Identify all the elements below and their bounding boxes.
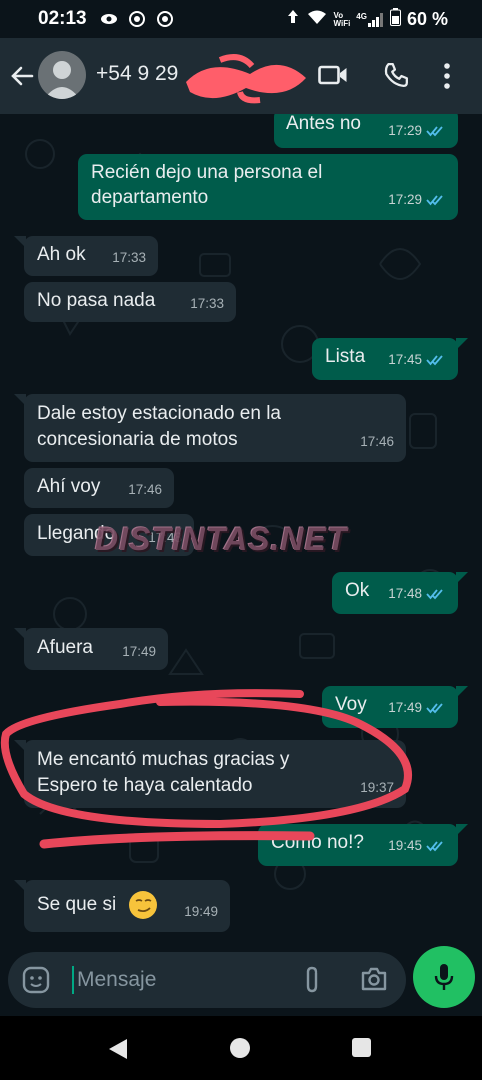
nav-back-icon[interactable] <box>108 1038 128 1065</box>
message-bubble-outgoing[interactable]: Recién dejo una persona el departamento … <box>78 154 458 220</box>
attach-icon[interactable] <box>301 966 323 999</box>
sticker-icon[interactable] <box>22 966 50 999</box>
chat-header: +54 9 29 <box>0 38 482 114</box>
smirking-face-emoji-icon <box>128 891 157 919</box>
nav-home-icon[interactable] <box>230 1038 250 1058</box>
message-input-container[interactable] <box>8 952 406 1008</box>
bubble-tail <box>14 628 26 640</box>
bubble-tail <box>14 394 26 406</box>
signal-icon: 4G <box>356 12 384 27</box>
message-bubble-incoming[interactable]: Ahí voy 17:46 <box>24 468 174 508</box>
camera-icon[interactable] <box>360 966 388 997</box>
message-bubble-incoming[interactable]: Afuera 17:49 <box>14 628 168 670</box>
back-arrow-icon[interactable] <box>8 62 36 90</box>
battery-level: 60 % <box>406 9 448 29</box>
annotation-circle <box>0 689 412 849</box>
system-status-icons: Vo WiFi 4G 60 % <box>285 8 448 31</box>
status-time: 02:13 <box>38 8 87 29</box>
read-ticks-icon <box>426 195 443 206</box>
read-ticks-icon <box>426 126 443 137</box>
data-saver-icon <box>285 9 301 30</box>
redaction-scribble <box>186 54 306 104</box>
chrome-icon <box>128 10 146 28</box>
message-input[interactable] <box>72 966 287 994</box>
message-bubble-incoming[interactable]: Dale estoy estacionado en la concesionar… <box>14 394 406 462</box>
message-composer <box>0 952 482 1016</box>
wifi-icon <box>307 9 327 30</box>
phone-call-icon[interactable] <box>383 62 409 93</box>
notification-icons <box>100 10 174 28</box>
navigation-bar <box>0 1016 482 1080</box>
message-bubble-incoming[interactable]: Se que si 19:49 <box>14 880 230 932</box>
video-call-icon[interactable] <box>318 64 348 91</box>
avatar[interactable] <box>38 51 86 99</box>
eye-icon <box>100 10 118 28</box>
message-bubble-outgoing[interactable]: Lista 17:45 <box>312 338 468 380</box>
message-bubble-outgoing[interactable]: Antes no 17:29 <box>274 114 458 148</box>
bubble-tail <box>14 236 26 248</box>
message-bubble-incoming[interactable]: Ah ok 17:33 <box>14 236 158 276</box>
voice-message-button[interactable] <box>413 946 475 1008</box>
status-bar: 02:13 Vo WiFi 4G 60 % <box>0 0 482 38</box>
contact-name[interactable]: +54 9 29 <box>96 62 178 86</box>
vowifi-label: Vo WiFi <box>333 10 351 28</box>
bubble-tail <box>456 572 468 584</box>
message-bubble-incoming[interactable]: No pasa nada 17:33 <box>24 282 236 322</box>
more-options-icon[interactable] <box>443 62 451 95</box>
nav-recents-icon[interactable] <box>352 1038 371 1057</box>
bubble-tail <box>14 880 26 892</box>
watermark: DISTINTAS.NET <box>95 521 348 557</box>
message-bubble-outgoing[interactable]: Ok 17:48 <box>332 572 468 614</box>
read-ticks-icon <box>426 589 443 600</box>
bubble-tail <box>456 338 468 350</box>
read-ticks-icon <box>426 355 443 366</box>
chrome-icon <box>156 10 174 28</box>
message-list[interactable]: Antes no 17:29 Recién dejo una persona e… <box>0 114 482 952</box>
microphone-icon <box>434 964 454 990</box>
battery-icon <box>389 8 401 31</box>
